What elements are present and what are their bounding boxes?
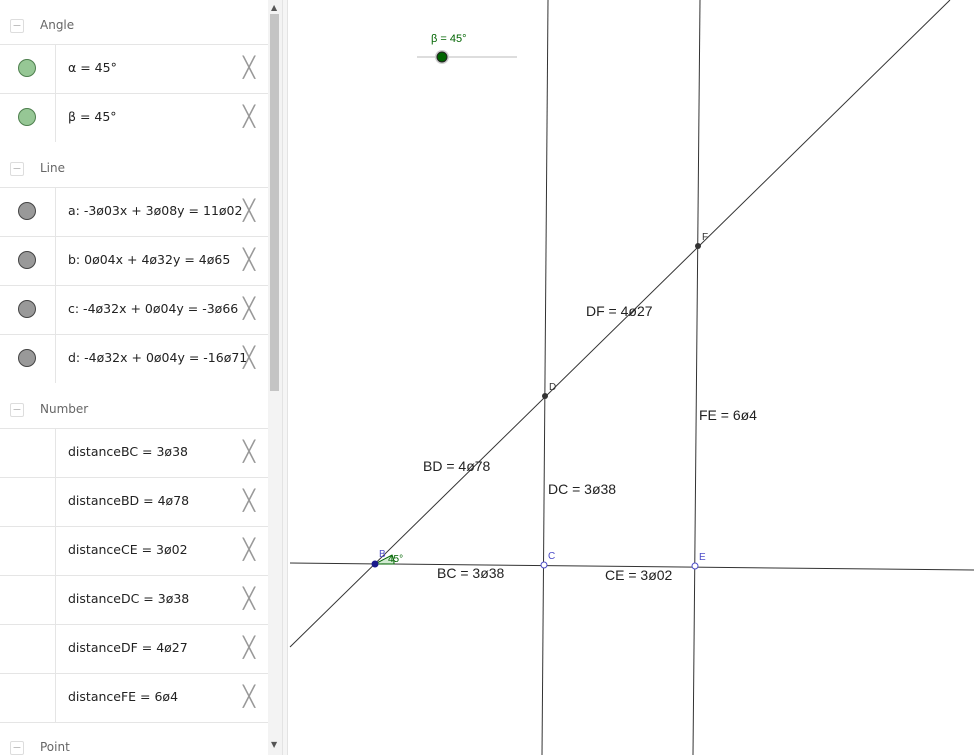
algebra-row-distance-df[interactable]: distanceDF = 4ø27 ╳ (0, 624, 268, 673)
category-label-angle: Angle (40, 18, 75, 32)
delete-distance-bd-icon[interactable]: ╳ (243, 490, 255, 510)
point-b[interactable] (371, 560, 379, 568)
algebra-row-distance-fe[interactable]: distanceFE = 6ø4 ╳ (0, 673, 268, 722)
category-point: − Point (0, 724, 268, 755)
category-number: − Number (0, 386, 268, 430)
graphics-view[interactable]: β = 45° 45° B C E D F DF = 4ø27 FE = 6ø4… (288, 0, 974, 755)
label-fe: FE = 6ø4 (699, 407, 757, 423)
label-bd: BD = 4ø78 (423, 458, 491, 474)
scroll-down-icon[interactable]: ▼ (271, 741, 277, 749)
delete-alpha-icon[interactable]: ╳ (243, 57, 255, 77)
delete-line-d-icon[interactable]: ╳ (243, 347, 255, 367)
algebra-row-distance-bd[interactable]: distanceBD = 4ø78 ╳ (0, 477, 268, 526)
label-bc: BC = 3ø38 (437, 565, 505, 581)
algebra-row-distance-dc[interactable]: distanceDC = 3ø38 ╳ (0, 575, 268, 624)
delete-distance-fe-icon[interactable]: ╳ (243, 686, 255, 706)
category-label-point: Point (40, 740, 70, 754)
point-c-label: C (548, 551, 555, 562)
angle-label: 45° (388, 554, 403, 565)
algebra-row-line-d[interactable]: d: -4ø32x + 0ø04y = -16ø71 ╳ (0, 334, 268, 383)
category-angle: − Angle (0, 2, 268, 46)
collapse-number-toggle[interactable]: − (10, 403, 24, 417)
delete-distance-ce-icon[interactable]: ╳ (243, 539, 255, 559)
delete-line-a-icon[interactable]: ╳ (243, 200, 255, 220)
collapse-line-toggle[interactable]: − (10, 162, 24, 176)
expression-beta[interactable]: β = 45° (68, 109, 117, 124)
point-d[interactable] (542, 393, 548, 399)
visibility-toggle-a[interactable] (18, 202, 36, 220)
expression-alpha[interactable]: α = 45° (68, 60, 117, 75)
visibility-toggle-c[interactable] (18, 300, 36, 318)
expression-distance-ce[interactable]: distanceCE = 3ø02 (68, 542, 188, 557)
point-e-label: E (699, 552, 706, 563)
delete-line-c-icon[interactable]: ╳ (243, 298, 255, 318)
line-c[interactable] (541, 0, 549, 755)
visibility-toggle-b[interactable] (18, 251, 36, 269)
slider-label: β = 45° (431, 33, 467, 45)
expression-distance-bc[interactable]: distanceBC = 3ø38 (68, 444, 188, 459)
expression-distance-fe[interactable]: distanceFE = 6ø4 (68, 689, 178, 704)
scrollbar-thumb[interactable] (270, 14, 279, 391)
expression-line-d[interactable]: d: -4ø32x + 0ø04y = -16ø71 (68, 350, 247, 365)
algebra-view: − Angle α = 45° ╳ β = 45° ╳ − Line a: -3… (0, 0, 268, 755)
category-label-line: Line (40, 161, 66, 175)
algebra-row-alpha[interactable]: α = 45° ╳ (0, 44, 268, 93)
algebra-row-line-a[interactable]: a: -3ø03x + 3ø08y = 11ø02 ╳ (0, 187, 268, 236)
point-d-label: D (549, 382, 556, 393)
category-label-number: Number (40, 402, 89, 416)
algebra-row-line-c[interactable]: c: -4ø32x + 0ø04y = -3ø66 ╳ (0, 285, 268, 334)
collapse-point-toggle[interactable]: − (10, 741, 24, 755)
point-c[interactable] (540, 561, 548, 569)
algebra-row-line-b[interactable]: b: 0ø04x + 4ø32y = 4ø65 ╳ (0, 236, 268, 285)
line-a[interactable] (289, 0, 951, 648)
algebra-row-beta[interactable]: β = 45° ╳ (0, 93, 268, 142)
visibility-toggle-d[interactable] (18, 349, 36, 367)
slider-knob[interactable] (436, 51, 448, 63)
expression-distance-dc[interactable]: distanceDC = 3ø38 (68, 591, 189, 606)
label-dc: DC = 3ø38 (548, 481, 616, 497)
delete-beta-icon[interactable]: ╳ (243, 106, 255, 126)
delete-line-b-icon[interactable]: ╳ (243, 249, 255, 269)
algebra-scrollbar[interactable]: ▲ ▼ (268, 0, 282, 755)
delete-distance-bc-icon[interactable]: ╳ (243, 441, 255, 461)
visibility-toggle-beta[interactable] (18, 108, 36, 126)
point-f-label: F (702, 232, 708, 243)
delete-distance-dc-icon[interactable]: ╳ (243, 588, 255, 608)
expression-distance-bd[interactable]: distanceBD = 4ø78 (68, 493, 189, 508)
point-b-label: B (379, 549, 386, 560)
label-ce: CE = 3ø02 (605, 567, 673, 583)
line-d[interactable] (692, 0, 701, 755)
expression-line-b[interactable]: b: 0ø04x + 4ø32y = 4ø65 (68, 252, 230, 267)
expression-distance-df[interactable]: distanceDF = 4ø27 (68, 640, 188, 655)
scroll-up-icon[interactable]: ▲ (271, 4, 277, 12)
point-f[interactable] (695, 243, 701, 249)
label-df: DF = 4ø27 (586, 303, 653, 319)
algebra-row-distance-ce[interactable]: distanceCE = 3ø02 ╳ (0, 526, 268, 575)
point-e[interactable] (691, 562, 699, 570)
expression-line-c[interactable]: c: -4ø32x + 0ø04y = -3ø66 (68, 301, 238, 316)
collapse-angle-toggle[interactable]: − (10, 19, 24, 33)
delete-distance-df-icon[interactable]: ╳ (243, 637, 255, 657)
algebra-row-distance-bc[interactable]: distanceBC = 3ø38 ╳ (0, 428, 268, 477)
expression-line-a[interactable]: a: -3ø03x + 3ø08y = 11ø02 (68, 203, 242, 218)
category-line: − Line (0, 145, 268, 189)
visibility-toggle-alpha[interactable] (18, 59, 36, 77)
